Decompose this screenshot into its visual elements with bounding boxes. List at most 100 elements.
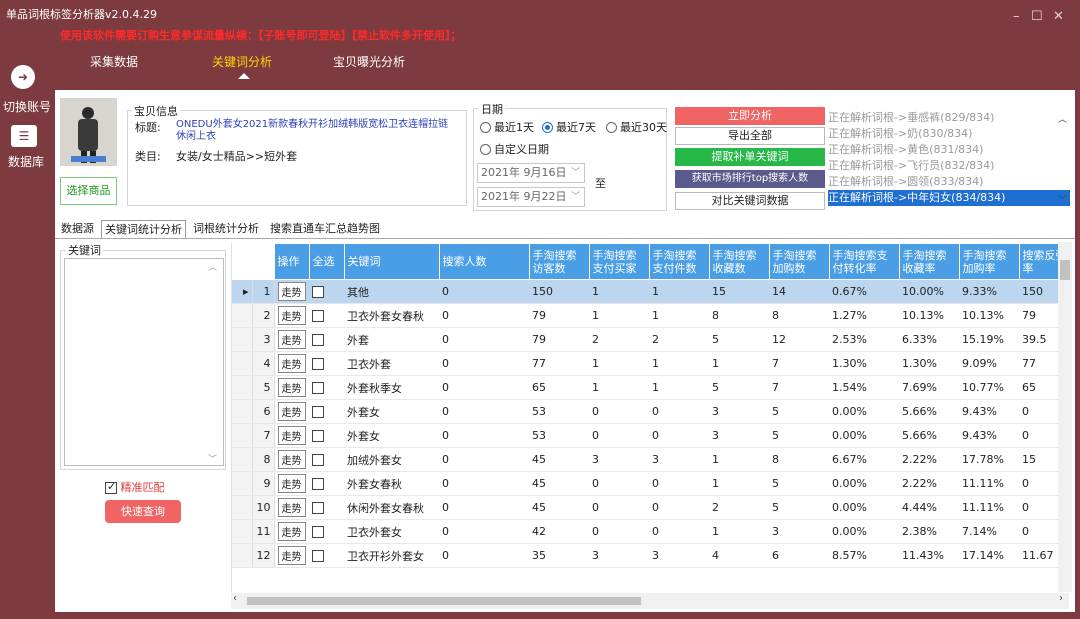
table-vertical-scrollbar[interactable] bbox=[1058, 242, 1072, 592]
trend-button[interactable]: 走势 bbox=[277, 282, 306, 301]
trend-button[interactable]: 走势 bbox=[277, 522, 306, 541]
trend-button[interactable]: 走势 bbox=[277, 426, 306, 445]
status-log[interactable]: 正在解析词根->垂感裤(829/834) 正在解析词根->奶(830/834) … bbox=[828, 110, 1070, 206]
tab-root-stats[interactable]: 词根统计分析 bbox=[190, 220, 262, 239]
trend-button[interactable]: 走势 bbox=[277, 402, 306, 421]
table-cell: 0 bbox=[439, 423, 529, 448]
col-header[interactable]: 关键词 bbox=[343, 243, 440, 280]
scroll-up-icon[interactable]: ︿ bbox=[208, 260, 217, 273]
table-row[interactable]: 10 走势 休闲外套女春秋 0 45 0 0 2 5 0.00% 4.44% 11.11% 0 bbox=[232, 495, 1069, 520]
radio-last-1-day[interactable]: 最近1天 bbox=[480, 119, 534, 135]
row-number: 10 bbox=[252, 495, 275, 520]
keyword-textarea[interactable] bbox=[64, 258, 224, 466]
scroll-up-icon[interactable]: ︿ bbox=[1058, 112, 1067, 125]
trend-button[interactable]: 走势 bbox=[277, 330, 306, 349]
row-checkbox[interactable] bbox=[312, 358, 324, 370]
table-row[interactable]: 7 走势 外套女 0 53 0 0 3 5 0.00% 5.66% 9.43% 0 bbox=[232, 423, 1069, 448]
row-checkbox[interactable] bbox=[312, 526, 324, 538]
col-header[interactable]: 搜索人数 bbox=[438, 243, 530, 280]
table-row[interactable]: 12 走势 卫衣开衫外套女 0 35 3 3 4 6 8.57% 11.43% 17.14% 11.67 bbox=[232, 543, 1069, 568]
radio-custom-date[interactable]: 自定义日期 bbox=[480, 141, 549, 157]
table-cell: 150 bbox=[529, 279, 589, 304]
row-checkbox[interactable] bbox=[312, 430, 324, 442]
col-header[interactable]: 手淘搜索访客数 bbox=[528, 243, 590, 280]
table-horizontal-scrollbar[interactable]: ‹ › bbox=[231, 593, 1069, 609]
table-row[interactable]: 3 走势 外套 0 79 2 2 5 12 2.53% 6.33% 15.19% 39.5 bbox=[232, 327, 1069, 352]
trend-button[interactable]: 走势 bbox=[277, 306, 306, 325]
scrollbar-thumb[interactable] bbox=[1060, 260, 1070, 280]
fetch-market-top-button[interactable]: 获取市场排行top搜索人数 bbox=[675, 170, 825, 188]
col-header[interactable]: 手淘搜索支付转化率 bbox=[828, 243, 900, 280]
table-row[interactable]: 9 走势 外套女春秋 0 45 0 0 1 5 0.00% 2.22% 11.11% 0 bbox=[232, 471, 1069, 496]
tab-keyword-stats[interactable]: 关键词统计分析 bbox=[101, 220, 186, 239]
table-cell: 79 bbox=[529, 327, 589, 352]
radio-last-7-days[interactable]: 最近7天 bbox=[542, 119, 596, 135]
quick-query-button[interactable]: 快速查询 bbox=[105, 500, 181, 523]
table-cell: 休闲外套女春秋 bbox=[344, 495, 439, 520]
end-date-picker[interactable]: 2021年 9月22日 ﹀ bbox=[477, 187, 585, 207]
row-checkbox[interactable] bbox=[312, 478, 324, 490]
nav-collect-data[interactable]: 采集数据 bbox=[90, 53, 138, 70]
exact-match-checkbox[interactable]: ✓ 精准匹配 bbox=[105, 479, 165, 495]
trend-button[interactable]: 走势 bbox=[277, 546, 306, 565]
scrollbar-thumb[interactable] bbox=[247, 597, 641, 605]
row-checkbox[interactable] bbox=[312, 406, 324, 418]
extract-keywords-button[interactable]: 提取补单关键词 bbox=[675, 148, 825, 166]
table-row[interactable]: 2 走势 卫衣外套女春秋 0 79 1 1 8 8 1.27% 10.13% 10.13% 79 bbox=[232, 303, 1069, 328]
maximize-icon[interactable]: ☐ bbox=[1031, 8, 1043, 26]
analyze-now-button[interactable]: 立即分析 bbox=[675, 107, 825, 125]
col-header[interactable]: 手淘搜索收藏率 bbox=[898, 243, 960, 280]
row-checkbox[interactable] bbox=[312, 454, 324, 466]
table-row[interactable]: 8 走势 加绒外套女 0 45 3 3 1 8 6.67% 2.22% 17.78% 15 bbox=[232, 447, 1069, 472]
nav-keyword-analysis[interactable]: 关键词分析 bbox=[212, 53, 272, 70]
compare-keywords-button[interactable]: 对比关键词数据 bbox=[675, 192, 825, 210]
scroll-down-icon[interactable]: ﹀ bbox=[208, 452, 217, 465]
row-checkbox[interactable] bbox=[312, 310, 324, 322]
table-row[interactable]: 11 走势 卫衣外套女 0 42 0 0 1 3 0.00% 2.38% 7.14% 0 bbox=[232, 519, 1069, 544]
row-checkbox[interactable] bbox=[312, 550, 324, 562]
row-checkbox[interactable] bbox=[312, 286, 324, 298]
row-indicator bbox=[232, 375, 253, 400]
table-cell: 0 bbox=[589, 423, 649, 448]
scroll-left-icon[interactable]: ‹ bbox=[233, 593, 237, 604]
row-indicator bbox=[232, 495, 253, 520]
col-header[interactable]: 手淘搜索加购率 bbox=[958, 243, 1020, 280]
radio-last-30-days[interactable]: 最近30天 bbox=[606, 119, 667, 135]
select-product-button[interactable]: 选择商品 bbox=[60, 177, 117, 205]
row-checkbox[interactable] bbox=[312, 502, 324, 514]
table-row[interactable]: 6 走势 外套女 0 53 0 0 3 5 0.00% 5.66% 9.43% 0 bbox=[232, 399, 1069, 424]
col-header[interactable]: 手淘搜索支付买家 bbox=[588, 243, 650, 280]
trend-button[interactable]: 走势 bbox=[277, 498, 306, 517]
scroll-down-icon[interactable]: ﹀ bbox=[1058, 193, 1067, 206]
nav-exposure-analysis[interactable]: 宝贝曝光分析 bbox=[333, 53, 405, 70]
table-cell: 1 bbox=[649, 279, 709, 304]
table-row[interactable]: ▸ 1 走势 其他 0 150 1 1 15 14 0.67% 10.00% 9.33% 150 bbox=[232, 279, 1069, 304]
col-header[interactable]: 操作 bbox=[273, 243, 310, 280]
database-icon[interactable]: ☰ bbox=[11, 125, 37, 147]
row-number: 8 bbox=[252, 447, 275, 472]
database-label[interactable]: 数据库 bbox=[8, 153, 44, 170]
trend-button[interactable]: 走势 bbox=[277, 354, 306, 373]
close-icon[interactable]: ✕ bbox=[1053, 8, 1064, 26]
start-date-picker[interactable]: 2021年 9月16日 ﹀ bbox=[477, 163, 585, 183]
scroll-right-icon[interactable]: › bbox=[1059, 593, 1063, 604]
row-checkbox[interactable] bbox=[312, 334, 324, 346]
col-header[interactable]: 手淘搜索加购数 bbox=[768, 243, 830, 280]
row-checkbox[interactable] bbox=[312, 382, 324, 394]
tab-data-source[interactable]: 数据源 bbox=[58, 220, 97, 239]
row-indicator bbox=[232, 471, 253, 496]
col-header[interactable]: 手淘搜索支付件数 bbox=[648, 243, 710, 280]
col-header[interactable]: 手淘搜索收藏数 bbox=[708, 243, 770, 280]
trend-button[interactable]: 走势 bbox=[277, 474, 306, 493]
export-all-button[interactable]: 导出全部 bbox=[675, 127, 825, 145]
col-header[interactable]: 全选 bbox=[308, 243, 345, 280]
switch-account-label[interactable]: 切换账号 bbox=[3, 98, 51, 115]
switch-account-icon[interactable]: ➜ bbox=[11, 65, 35, 89]
table-row[interactable]: 5 走势 外套秋季女 0 65 1 1 5 7 1.54% 7.69% 10.77% 65 bbox=[232, 375, 1069, 400]
table-row[interactable]: 4 走势 卫衣外套 0 77 1 1 1 7 1.30% 1.30% 9.09% 77 bbox=[232, 351, 1069, 376]
minimize-icon[interactable]: – bbox=[1013, 8, 1020, 26]
trend-button[interactable]: 走势 bbox=[277, 450, 306, 469]
trend-button[interactable]: 走势 bbox=[277, 378, 306, 397]
tab-trend-chart[interactable]: 搜索直通车汇总趋势图 bbox=[267, 220, 383, 239]
table-cell: 2.22% bbox=[899, 471, 959, 496]
